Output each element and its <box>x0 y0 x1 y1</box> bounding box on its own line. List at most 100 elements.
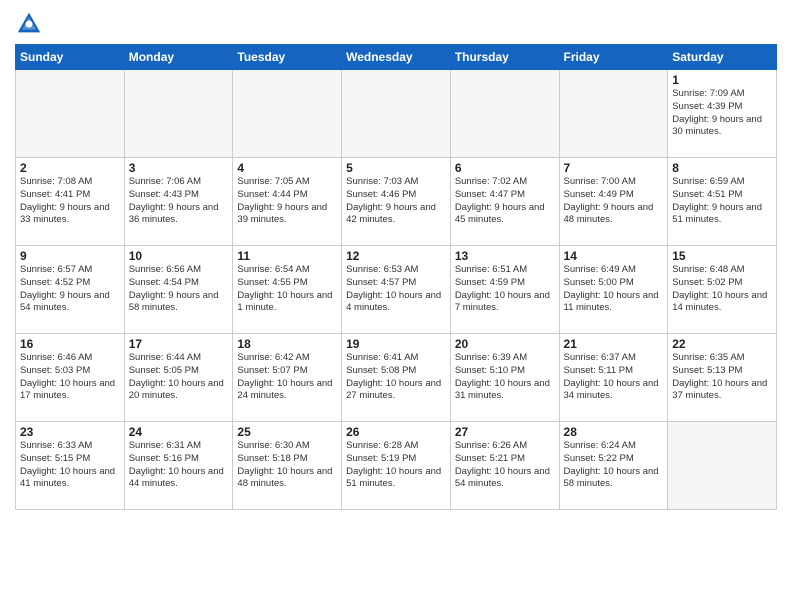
day-info: Sunrise: 6:26 AM Sunset: 5:21 PM Dayligh… <box>455 440 555 491</box>
weekday-header-sunday: Sunday <box>16 45 125 70</box>
day-info: Sunrise: 7:05 AM Sunset: 4:44 PM Dayligh… <box>237 176 337 227</box>
day-number: 18 <box>237 337 337 351</box>
day-cell <box>559 70 668 158</box>
day-info: Sunrise: 7:02 AM Sunset: 4:47 PM Dayligh… <box>455 176 555 227</box>
day-info: Sunrise: 6:51 AM Sunset: 4:59 PM Dayligh… <box>455 264 555 315</box>
day-cell: 3Sunrise: 7:06 AM Sunset: 4:43 PM Daylig… <box>124 158 233 246</box>
day-cell <box>124 70 233 158</box>
day-cell <box>16 70 125 158</box>
day-number: 6 <box>455 161 555 175</box>
day-info: Sunrise: 7:08 AM Sunset: 4:41 PM Dayligh… <box>20 176 120 227</box>
day-number: 17 <box>129 337 229 351</box>
day-cell: 12Sunrise: 6:53 AM Sunset: 4:57 PM Dayli… <box>342 246 451 334</box>
day-info: Sunrise: 7:03 AM Sunset: 4:46 PM Dayligh… <box>346 176 446 227</box>
day-cell: 6Sunrise: 7:02 AM Sunset: 4:47 PM Daylig… <box>450 158 559 246</box>
day-cell: 4Sunrise: 7:05 AM Sunset: 4:44 PM Daylig… <box>233 158 342 246</box>
day-cell: 25Sunrise: 6:30 AM Sunset: 5:18 PM Dayli… <box>233 422 342 510</box>
day-info: Sunrise: 6:42 AM Sunset: 5:07 PM Dayligh… <box>237 352 337 403</box>
day-info: Sunrise: 6:39 AM Sunset: 5:10 PM Dayligh… <box>455 352 555 403</box>
day-number: 2 <box>20 161 120 175</box>
day-cell: 22Sunrise: 6:35 AM Sunset: 5:13 PM Dayli… <box>668 334 777 422</box>
day-cell: 13Sunrise: 6:51 AM Sunset: 4:59 PM Dayli… <box>450 246 559 334</box>
day-cell: 9Sunrise: 6:57 AM Sunset: 4:52 PM Daylig… <box>16 246 125 334</box>
day-cell: 19Sunrise: 6:41 AM Sunset: 5:08 PM Dayli… <box>342 334 451 422</box>
day-number: 21 <box>564 337 664 351</box>
day-info: Sunrise: 6:59 AM Sunset: 4:51 PM Dayligh… <box>672 176 772 227</box>
day-number: 26 <box>346 425 446 439</box>
day-info: Sunrise: 6:41 AM Sunset: 5:08 PM Dayligh… <box>346 352 446 403</box>
logo <box>15 10 47 38</box>
page: SundayMondayTuesdayWednesdayThursdayFrid… <box>0 0 792 612</box>
day-cell: 27Sunrise: 6:26 AM Sunset: 5:21 PM Dayli… <box>450 422 559 510</box>
day-info: Sunrise: 6:24 AM Sunset: 5:22 PM Dayligh… <box>564 440 664 491</box>
day-cell: 18Sunrise: 6:42 AM Sunset: 5:07 PM Dayli… <box>233 334 342 422</box>
weekday-header-row: SundayMondayTuesdayWednesdayThursdayFrid… <box>16 45 777 70</box>
weekday-header-saturday: Saturday <box>668 45 777 70</box>
header <box>15 10 777 38</box>
day-cell: 14Sunrise: 6:49 AM Sunset: 5:00 PM Dayli… <box>559 246 668 334</box>
day-cell <box>233 70 342 158</box>
day-number: 15 <box>672 249 772 263</box>
day-info: Sunrise: 6:49 AM Sunset: 5:00 PM Dayligh… <box>564 264 664 315</box>
day-info: Sunrise: 7:00 AM Sunset: 4:49 PM Dayligh… <box>564 176 664 227</box>
day-number: 22 <box>672 337 772 351</box>
day-number: 12 <box>346 249 446 263</box>
day-number: 20 <box>455 337 555 351</box>
weekday-header-wednesday: Wednesday <box>342 45 451 70</box>
day-number: 3 <box>129 161 229 175</box>
day-number: 19 <box>346 337 446 351</box>
day-cell <box>668 422 777 510</box>
logo-icon <box>15 10 43 38</box>
day-info: Sunrise: 6:46 AM Sunset: 5:03 PM Dayligh… <box>20 352 120 403</box>
day-number: 24 <box>129 425 229 439</box>
week-row-5: 23Sunrise: 6:33 AM Sunset: 5:15 PM Dayli… <box>16 422 777 510</box>
day-number: 13 <box>455 249 555 263</box>
day-cell: 24Sunrise: 6:31 AM Sunset: 5:16 PM Dayli… <box>124 422 233 510</box>
day-cell: 11Sunrise: 6:54 AM Sunset: 4:55 PM Dayli… <box>233 246 342 334</box>
day-number: 4 <box>237 161 337 175</box>
calendar: SundayMondayTuesdayWednesdayThursdayFrid… <box>15 44 777 510</box>
week-row-3: 9Sunrise: 6:57 AM Sunset: 4:52 PM Daylig… <box>16 246 777 334</box>
day-cell: 1Sunrise: 7:09 AM Sunset: 4:39 PM Daylig… <box>668 70 777 158</box>
day-info: Sunrise: 6:31 AM Sunset: 5:16 PM Dayligh… <box>129 440 229 491</box>
day-info: Sunrise: 6:54 AM Sunset: 4:55 PM Dayligh… <box>237 264 337 315</box>
day-number: 5 <box>346 161 446 175</box>
day-info: Sunrise: 6:35 AM Sunset: 5:13 PM Dayligh… <box>672 352 772 403</box>
day-number: 9 <box>20 249 120 263</box>
day-cell: 17Sunrise: 6:44 AM Sunset: 5:05 PM Dayli… <box>124 334 233 422</box>
week-row-2: 2Sunrise: 7:08 AM Sunset: 4:41 PM Daylig… <box>16 158 777 246</box>
day-cell: 21Sunrise: 6:37 AM Sunset: 5:11 PM Dayli… <box>559 334 668 422</box>
day-number: 11 <box>237 249 337 263</box>
day-cell <box>342 70 451 158</box>
day-number: 14 <box>564 249 664 263</box>
day-info: Sunrise: 6:57 AM Sunset: 4:52 PM Dayligh… <box>20 264 120 315</box>
day-cell: 5Sunrise: 7:03 AM Sunset: 4:46 PM Daylig… <box>342 158 451 246</box>
week-row-4: 16Sunrise: 6:46 AM Sunset: 5:03 PM Dayli… <box>16 334 777 422</box>
day-info: Sunrise: 6:48 AM Sunset: 5:02 PM Dayligh… <box>672 264 772 315</box>
day-info: Sunrise: 7:06 AM Sunset: 4:43 PM Dayligh… <box>129 176 229 227</box>
day-cell <box>450 70 559 158</box>
weekday-header-thursday: Thursday <box>450 45 559 70</box>
day-cell: 7Sunrise: 7:00 AM Sunset: 4:49 PM Daylig… <box>559 158 668 246</box>
day-cell: 26Sunrise: 6:28 AM Sunset: 5:19 PM Dayli… <box>342 422 451 510</box>
weekday-header-friday: Friday <box>559 45 668 70</box>
day-cell: 2Sunrise: 7:08 AM Sunset: 4:41 PM Daylig… <box>16 158 125 246</box>
day-info: Sunrise: 6:28 AM Sunset: 5:19 PM Dayligh… <box>346 440 446 491</box>
day-number: 23 <box>20 425 120 439</box>
day-number: 16 <box>20 337 120 351</box>
day-cell: 20Sunrise: 6:39 AM Sunset: 5:10 PM Dayli… <box>450 334 559 422</box>
day-info: Sunrise: 6:44 AM Sunset: 5:05 PM Dayligh… <box>129 352 229 403</box>
week-row-1: 1Sunrise: 7:09 AM Sunset: 4:39 PM Daylig… <box>16 70 777 158</box>
day-info: Sunrise: 6:37 AM Sunset: 5:11 PM Dayligh… <box>564 352 664 403</box>
day-number: 27 <box>455 425 555 439</box>
day-info: Sunrise: 6:33 AM Sunset: 5:15 PM Dayligh… <box>20 440 120 491</box>
day-number: 8 <box>672 161 772 175</box>
day-info: Sunrise: 6:56 AM Sunset: 4:54 PM Dayligh… <box>129 264 229 315</box>
weekday-header-monday: Monday <box>124 45 233 70</box>
weekday-header-tuesday: Tuesday <box>233 45 342 70</box>
day-number: 10 <box>129 249 229 263</box>
day-info: Sunrise: 6:30 AM Sunset: 5:18 PM Dayligh… <box>237 440 337 491</box>
day-number: 28 <box>564 425 664 439</box>
day-cell: 23Sunrise: 6:33 AM Sunset: 5:15 PM Dayli… <box>16 422 125 510</box>
day-number: 25 <box>237 425 337 439</box>
